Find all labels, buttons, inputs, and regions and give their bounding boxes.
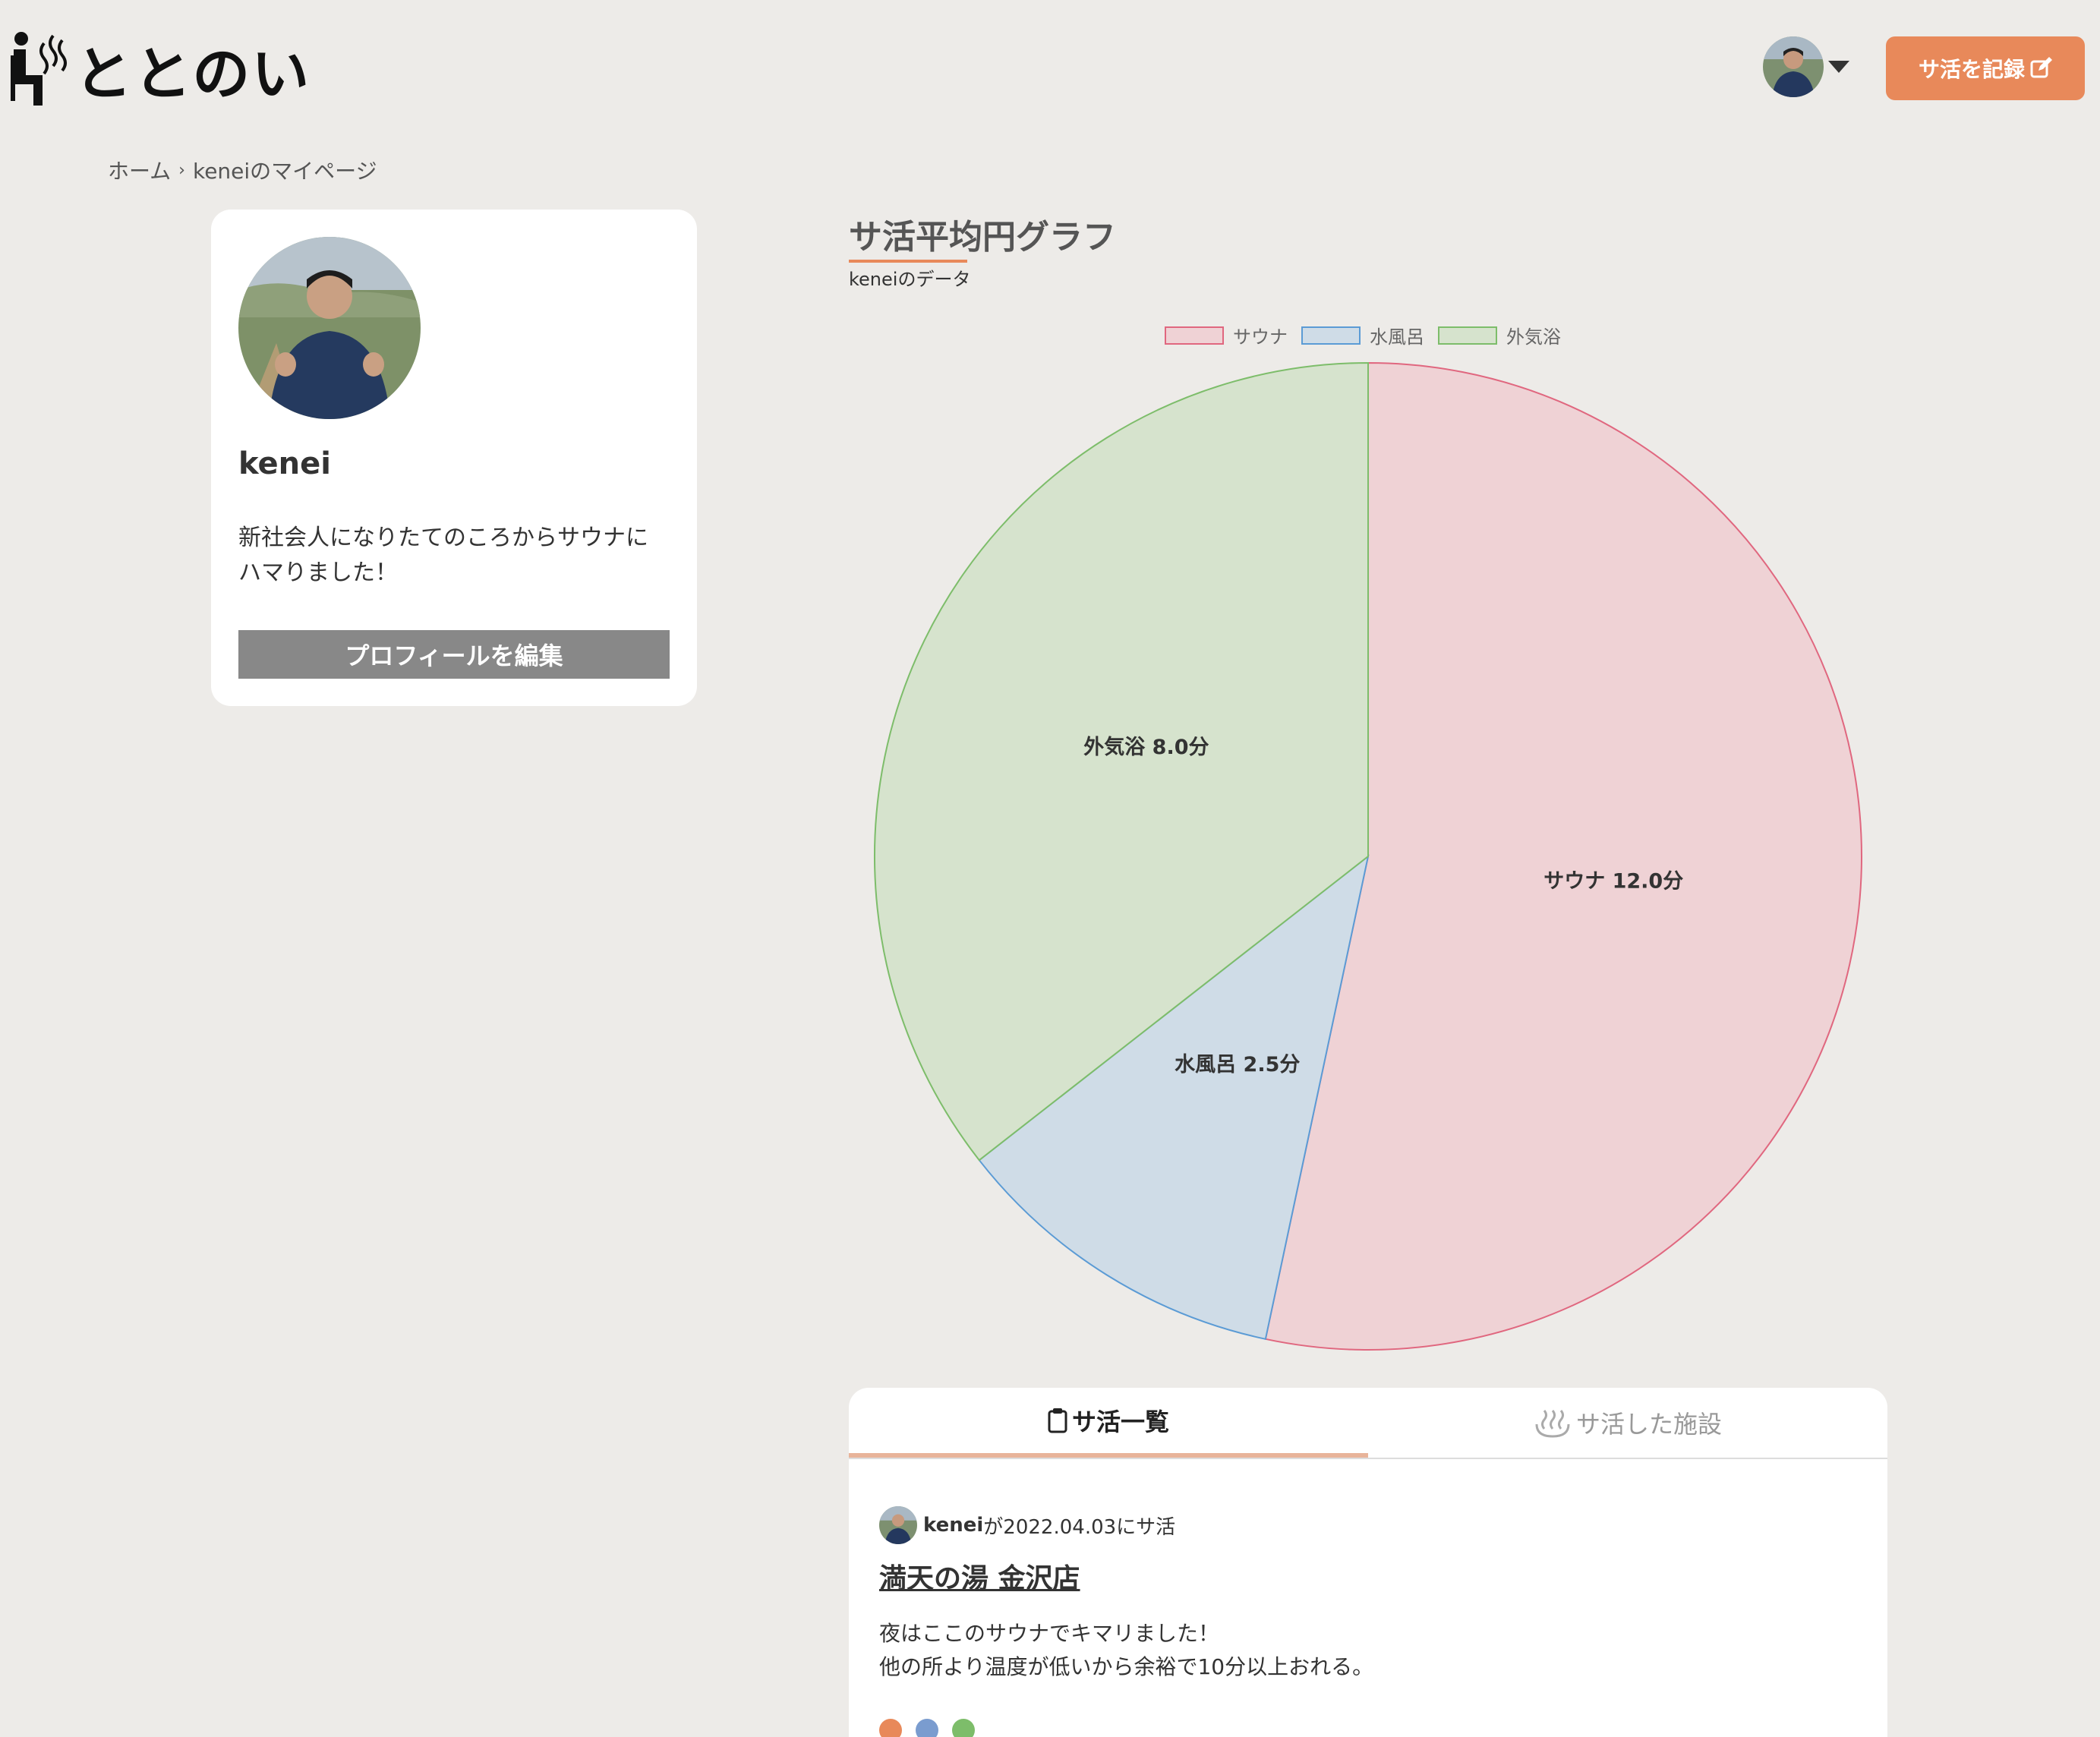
air-dot [952, 1719, 975, 1737]
post-body: 夜はここのサウナでキマリました！ 他の所より温度が低いから余裕で10分以上おれる… [879, 1617, 1373, 1684]
tab-facilities[interactable]: サ活した施設 [1368, 1388, 1887, 1458]
post-facility-link[interactable]: 満天の湯 金沢店 [879, 1556, 1080, 1596]
pie-slice-label: 水風呂 2.5分 [1175, 1053, 1300, 1077]
clipboard-icon [1048, 1408, 1067, 1433]
post-username[interactable]: kenei [923, 1514, 983, 1537]
post-stats [879, 1719, 975, 1737]
post-body-line: 夜はここのサウナでキマリました！ [879, 1621, 1220, 1646]
tab-sakatsu-list[interactable]: サ活一覧 [849, 1388, 1368, 1458]
sauna-dot [879, 1719, 902, 1737]
water-dot [916, 1719, 938, 1737]
post-meta: が2022.04.03にサ活 [983, 1515, 1176, 1539]
pie-chart: サウナ 12.0分水風呂 2.5分 外気浴 8.0分 [874, 361, 1862, 1351]
sakatsu-list-card: サ活一覧 サ活した施設 kenei が2022.04.03にサ活 満天の湯 金沢店… [849, 1388, 1887, 1737]
avatar[interactable] [879, 1506, 917, 1544]
pie-slice-label: 外気浴 8.0分 [1083, 735, 1209, 759]
hot-spring-icon [1535, 1410, 1570, 1438]
pie-slice-label: サウナ 12.0分 [1543, 869, 1683, 893]
tab-label: サ活した施設 [1575, 1410, 1722, 1439]
tab-bar: サ活一覧 サ活した施設 [849, 1388, 1887, 1459]
tab-label: サ活一覧 [1071, 1408, 1169, 1436]
post-header: kenei が2022.04.03にサ活 [879, 1506, 1175, 1544]
post-body-line: 他の所より温度が低いから余裕で10分以上おれる。 [879, 1654, 1374, 1679]
